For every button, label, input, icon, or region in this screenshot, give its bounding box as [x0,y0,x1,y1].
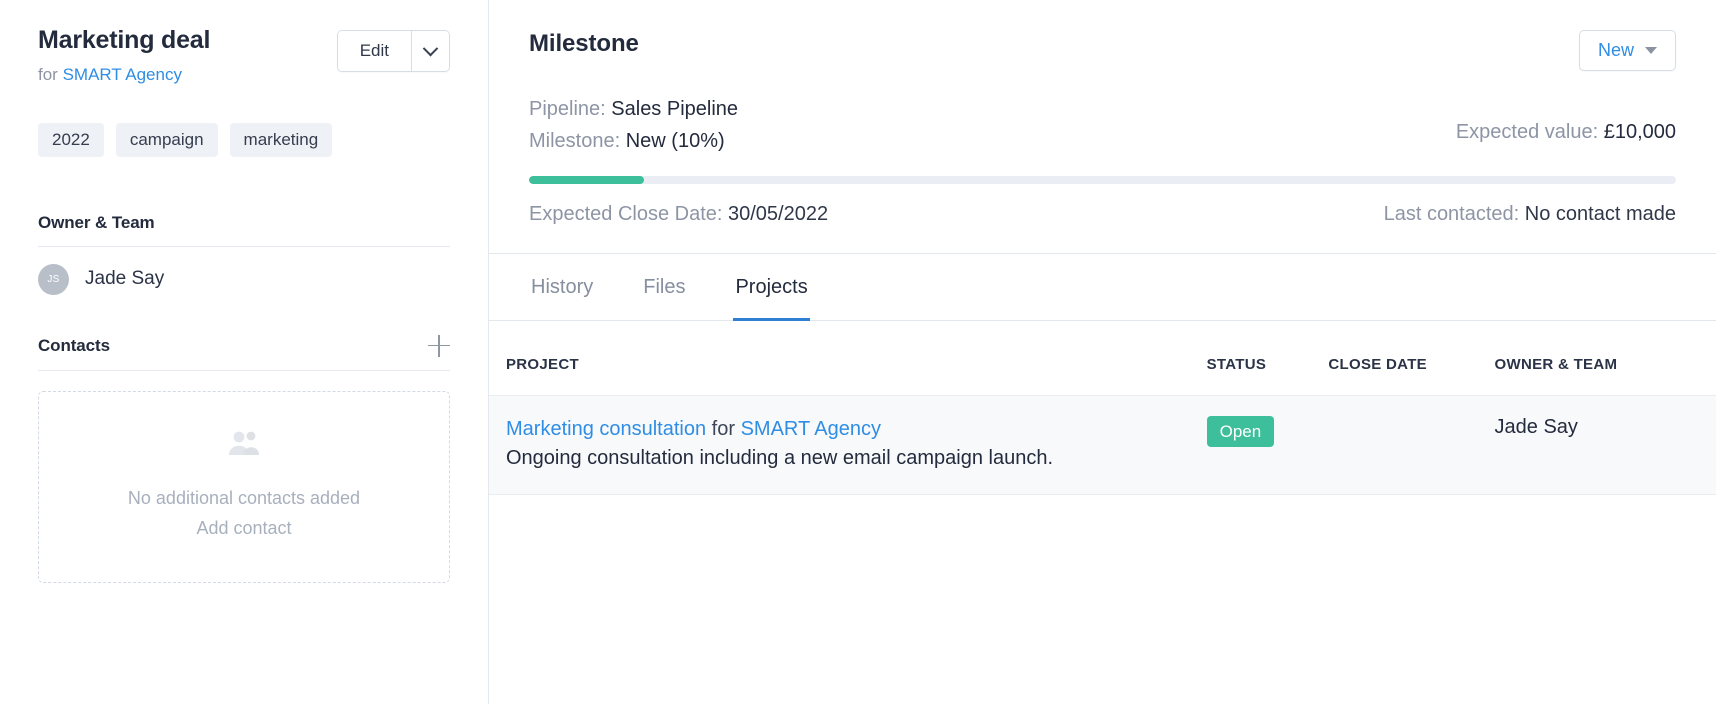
deal-header: Marketing deal for SMART Agency Edit [38,26,450,85]
milestone-top-row: Milestone New [529,30,1676,71]
milestone-meta: Pipeline: Sales Pipeline Milestone: New … [529,93,1676,158]
projects-table-body: Marketing consultation for SMART Agency … [489,395,1716,495]
cell-project: Marketing consultation for SMART Agency … [489,395,1207,494]
milestone-progress-fill [529,175,644,184]
contacts-section-header: Contacts [38,334,450,371]
close-date-label: Expected Close Date: [529,202,723,225]
column-header-close-date: CLOSE DATE [1328,355,1427,373]
edit-dropdown-toggle[interactable] [412,31,449,72]
new-button-label: New [1597,40,1634,60]
milestone-title: Milestone [529,30,639,57]
project-name-link[interactable]: Marketing consultation [506,418,706,440]
milestone-dates-row: Expected Close Date: 30/05/2022 Last con… [529,203,1676,253]
edit-button-group: Edit [336,30,450,73]
status-badge: Open [1206,415,1275,448]
deal-detail-screen: Marketing deal for SMART Agency Edit 202… [0,0,1716,704]
milestone-progress-bar [529,175,1676,184]
tab-files[interactable]: Files [641,254,687,321]
for-label: for [38,64,58,84]
pipeline-value: Sales Pipeline [611,98,739,120]
avatar: JS [38,263,69,295]
tag-item[interactable]: campaign [115,123,218,157]
milestone-meta-left: Pipeline: Sales Pipeline Milestone: New … [529,93,738,158]
expected-value: £10,000 [1603,121,1676,143]
table-header-row: PROJECT STATUS CLOSE DATE OWNER & TEAM [489,356,1716,396]
expected-value-row: Expected value: £10,000 [1456,93,1676,144]
edit-button[interactable]: Edit [337,31,412,72]
tab-history[interactable]: History [529,254,595,321]
contacts-title: Contacts [38,335,110,355]
milestone-row: Milestone: New (10%) [529,125,738,157]
project-for-word: for [711,417,736,440]
milestone-label: Milestone: [529,130,621,153]
cell-close-date [1328,395,1494,494]
column-header-status: STATUS [1206,355,1267,373]
owner-team-section-header: Owner & Team [38,213,450,247]
milestone-panel: Milestone New Pipeline: Sales Pipeline M… [489,0,1716,704]
pipeline-row: Pipeline: Sales Pipeline [529,93,738,125]
project-title-line: Marketing consultation for SMART Agency [506,416,1207,443]
company-link[interactable]: SMART Agency [63,65,182,84]
owner-team-title: Owner & Team [38,212,155,232]
tag-list: 2022 campaign marketing [38,123,450,157]
add-contact-link[interactable]: Add contact [196,515,291,543]
table-row[interactable]: Marketing consultation for SMART Agency … [489,395,1716,495]
people-icon [227,430,261,461]
milestone-header: Milestone New Pipeline: Sales Pipeline M… [489,0,1716,253]
expected-value-label: Expected value: [1455,121,1599,143]
close-date-value: 30/05/2022 [728,202,829,225]
milestone-value: New (10%) [625,130,725,153]
deal-identity: Marketing deal for SMART Agency [38,26,210,85]
project-company-link[interactable]: SMART Agency [741,418,881,440]
plus-icon[interactable] [428,334,450,357]
last-contacted-value: No contact made [1524,202,1676,225]
page-title: Marketing deal [38,26,211,54]
detail-tabs: History Files Projects [489,254,1716,321]
close-date-row: Expected Close Date: 30/05/2022 [529,203,828,226]
owner-row[interactable]: JS Jade Say [38,247,450,295]
owner-name: Jade Say [85,268,165,290]
projects-table-head: PROJECT STATUS CLOSE DATE OWNER & TEAM [489,356,1716,396]
column-header-project: PROJECT [506,355,579,373]
last-contacted-row: Last contacted: No contact made [1384,203,1676,226]
tag-item[interactable]: marketing [229,123,333,157]
contacts-empty-text: No additional contacts added [127,488,361,509]
project-description: Ongoing consultation including a new ema… [506,446,1054,469]
tag-item[interactable]: 2022 [38,123,104,157]
pipeline-label: Pipeline: [529,98,606,120]
cell-status: Open [1206,395,1329,494]
new-button[interactable]: New [1578,30,1676,71]
tab-projects[interactable]: Projects [733,254,810,321]
last-contacted-label: Last contacted: [1383,202,1520,225]
deal-subtitle: for SMART Agency [38,65,210,85]
cell-owner: Jade Say [1494,415,1578,438]
caret-down-icon [1645,47,1657,54]
projects-table: PROJECT STATUS CLOSE DATE OWNER & TEAM M… [489,356,1716,495]
column-header-owner: OWNER & TEAM [1494,355,1618,373]
contacts-empty-state: No additional contacts added Add contact [38,390,450,583]
chevron-down-icon [422,40,439,56]
deal-sidebar: Marketing deal for SMART Agency Edit 202… [0,0,489,704]
